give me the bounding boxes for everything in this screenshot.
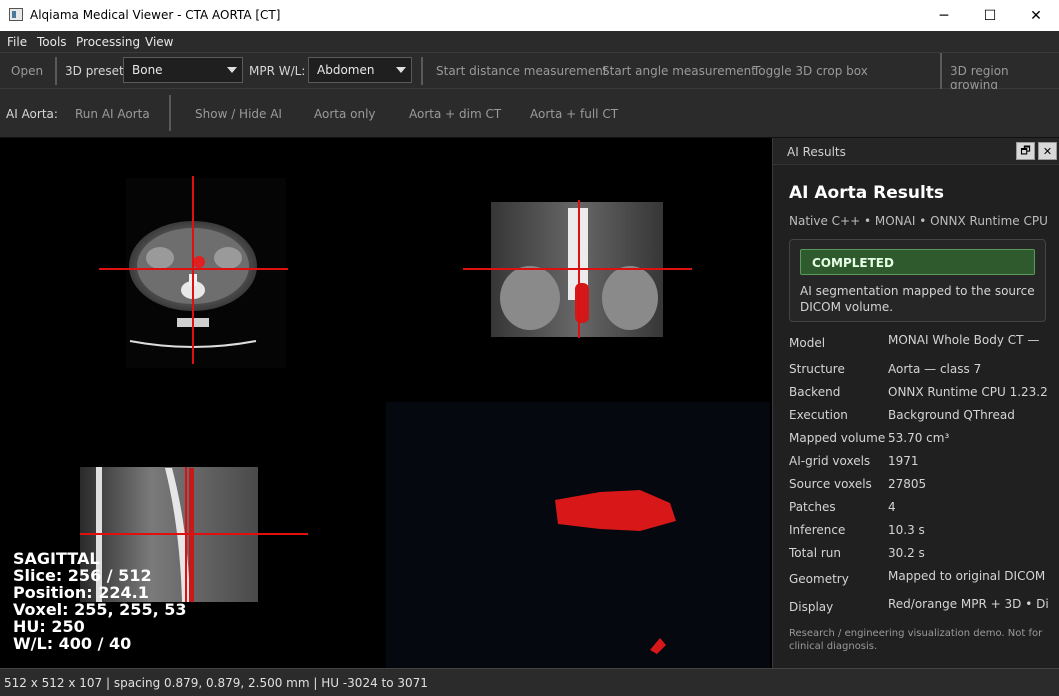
crop-box-button[interactable]: Toggle 3D crop box	[753, 64, 868, 78]
angle-button[interactable]: Start angle measurement	[602, 64, 756, 78]
menu-view[interactable]: View	[145, 35, 173, 49]
menu-processing[interactable]: Processing	[76, 35, 140, 49]
distance-button[interactable]: Start distance measurement	[436, 64, 608, 78]
main-toolbar: Open 3D preset: Bone MPR W/L: Abdomen St…	[0, 53, 1059, 92]
aorta-full-ct-button[interactable]: Aorta + full CT	[530, 107, 618, 121]
voxel-readout: Voxel: 255, 255, 53	[13, 600, 187, 619]
chevron-down-icon	[227, 67, 237, 73]
result-key: AI-grid voxels	[789, 454, 871, 468]
close-panel-icon[interactable]: ✕	[1038, 142, 1057, 160]
menu-file[interactable]: File	[7, 35, 27, 49]
result-value: Mapped to original DICOM	[888, 569, 1046, 583]
ai-results-panel: AI Results 🗗 ✕ AI Aorta Results Native C…	[772, 138, 1059, 668]
result-value: 27805	[888, 477, 927, 491]
minimize-button[interactable]: ─	[921, 0, 967, 31]
viewport-grid[interactable]: SAGITTAL Slice: 256 / 512 Position: 224.…	[0, 138, 772, 668]
preset-value: Bone	[132, 63, 163, 77]
result-key: Patches	[789, 500, 836, 514]
preset-select[interactable]: Bone	[123, 57, 243, 83]
menu-tools[interactable]: Tools	[37, 35, 67, 49]
status-bar: 512 x 512 x 107 | spacing 0.879, 0.879, …	[0, 668, 1059, 696]
run-ai-button[interactable]: Run AI Aorta	[75, 107, 150, 121]
aorta-axial-seg	[193, 256, 205, 268]
maximize-button[interactable]: ☐	[967, 0, 1013, 31]
result-key: Backend	[789, 385, 841, 399]
result-key: Execution	[789, 408, 848, 422]
app-icon	[9, 8, 23, 21]
position-readout: Position: 224.1	[13, 583, 149, 602]
status-message: AI segmentation mapped to the source DIC…	[800, 284, 1035, 314]
float-panel-icon[interactable]: 🗗	[1016, 142, 1035, 160]
result-value: Red/orange MPR + 3D • Dim	[888, 597, 1048, 611]
aorta-only-button[interactable]: Aorta only	[314, 107, 376, 121]
mpr-label: MPR W/L:	[249, 64, 306, 78]
menu-bar: File Tools Processing View	[0, 31, 1059, 53]
sagittal-info-overlay: SAGITTAL Slice: 256 / 512 Position: 224.…	[13, 550, 186, 652]
preset-label: 3D preset:	[65, 64, 128, 78]
region-growing-button[interactable]: 3D region growing	[950, 64, 1059, 92]
chevron-down-icon	[396, 67, 406, 73]
result-value: 1971	[888, 454, 919, 468]
ai-aorta-label: AI Aorta:	[6, 107, 58, 121]
disclaimer: Research / engineering visualization dem…	[789, 628, 1043, 652]
toolbar-separator	[169, 95, 171, 131]
result-value: 53.70 cm³	[888, 431, 950, 445]
status-box: COMPLETED AI segmentation mapped to the …	[789, 239, 1046, 322]
toolbar-separator	[55, 57, 57, 85]
close-button[interactable]: ✕	[1013, 0, 1059, 31]
panel-header: AI Results 🗗 ✕	[773, 138, 1059, 165]
volume-info: 512 x 512 x 107 | spacing 0.879, 0.879, …	[4, 676, 428, 690]
result-key: Model	[789, 336, 826, 350]
mpr-value: Abdomen	[317, 63, 375, 77]
result-value: Aorta — class 7	[888, 362, 982, 376]
show-hide-ai-button[interactable]: Show / Hide AI	[195, 107, 282, 121]
result-key: Geometry	[789, 572, 849, 586]
result-key: Total run	[789, 546, 841, 560]
result-key: Display	[789, 600, 834, 614]
ai-toolbar: AI Aorta: Run AI Aorta Show / Hide AI Ao…	[0, 89, 1059, 138]
result-value: ONNX Runtime CPU 1.23.2	[888, 385, 1048, 399]
result-key: Structure	[789, 362, 845, 376]
result-value: Background QThread	[888, 408, 1015, 422]
result-value: MONAI Whole Body CT —	[888, 333, 1040, 347]
result-key: Source voxels	[789, 477, 872, 491]
window-title: Alqiama Medical Viewer - CTA AORTA [CT]	[30, 8, 281, 22]
volume-3d-view[interactable]	[386, 402, 770, 668]
slice-readout: Slice: 256 / 512	[13, 566, 152, 585]
result-key: Mapped volume	[789, 431, 886, 445]
title-bar: Alqiama Medical Viewer - CTA AORTA [CT] …	[0, 0, 1059, 31]
aorta-dim-ct-button[interactable]: Aorta + dim CT	[409, 107, 501, 121]
results-title: AI Aorta Results	[789, 183, 945, 203]
result-value: 30.2 s	[888, 546, 925, 560]
view-name: SAGITTAL	[13, 549, 100, 568]
panel-header-title: AI Results	[787, 145, 846, 159]
result-value: 10.3 s	[888, 523, 925, 537]
open-button[interactable]: Open	[11, 64, 43, 78]
aorta-coronal-seg	[575, 283, 589, 323]
wl-readout: W/L: 400 / 40	[13, 634, 132, 653]
toolbar-separator	[421, 57, 423, 85]
hu-readout: HU: 250	[13, 617, 85, 636]
result-key: Inference	[789, 523, 846, 537]
axial-view[interactable]	[126, 178, 286, 368]
status-badge: COMPLETED	[800, 249, 1035, 275]
results-subtitle: Native C++ • MONAI • ONNX Runtime CPU	[789, 214, 1048, 228]
toolbar-separator	[940, 53, 942, 89]
mpr-select[interactable]: Abdomen	[308, 57, 412, 83]
result-value: 4	[888, 500, 896, 514]
